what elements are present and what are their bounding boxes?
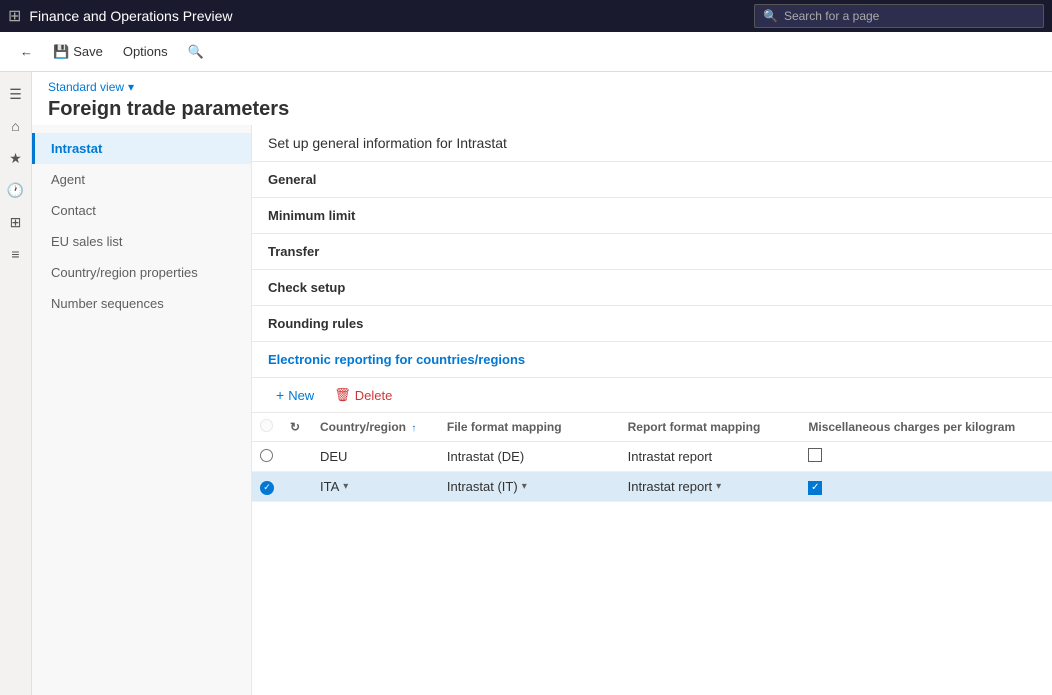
- section-general[interactable]: General: [252, 162, 1052, 198]
- th-report-format: Report format mapping: [620, 413, 801, 442]
- th-country[interactable]: Country/region ↑: [312, 413, 439, 442]
- sidebar-item-number-sequences[interactable]: Number sequences: [32, 288, 251, 319]
- row-file-deu: Intrastat (DE): [439, 442, 620, 472]
- options-button[interactable]: Options: [115, 40, 176, 63]
- home-icon[interactable]: ⌂: [2, 112, 30, 140]
- content-wrapper: Standard view ▾ Foreign trade parameters…: [32, 72, 1052, 695]
- right-content: Set up general information for Intrastat…: [252, 125, 1052, 695]
- row-misc-ita[interactable]: ✓: [800, 472, 1052, 502]
- workspaces-icon[interactable]: ⊞: [2, 208, 30, 236]
- trash-icon: 🗑: [334, 387, 351, 403]
- grid-icon[interactable]: ⊞: [8, 6, 21, 26]
- section-check-setup[interactable]: Check setup: [252, 270, 1052, 306]
- sidebar-item-eu-sales[interactable]: EU sales list: [32, 226, 251, 257]
- save-icon: 💾: [53, 44, 69, 60]
- section-rounding-rules[interactable]: Rounding rules: [252, 306, 1052, 342]
- topbar: ⊞ Finance and Operations Preview 🔍: [0, 0, 1052, 32]
- standard-view-selector[interactable]: Standard view ▾: [48, 80, 1036, 94]
- electronic-reporting-section: Electronic reporting for countries/regio…: [252, 342, 1052, 502]
- page-body: Intrastat Agent Contact EU sales list Co…: [32, 125, 1052, 695]
- sidebar-item-contact[interactable]: Contact: [32, 195, 251, 226]
- back-button[interactable]: ←: [12, 40, 41, 63]
- section-transfer[interactable]: Transfer: [252, 234, 1052, 270]
- toolbar: ← 💾 Save Options 🔍: [0, 32, 1052, 72]
- row-refresh-ita: [282, 472, 312, 502]
- plus-icon: +: [276, 387, 284, 403]
- row-file-ita[interactable]: Intrastat (IT) ▾: [439, 472, 620, 502]
- recent-icon[interactable]: 🕐: [2, 176, 30, 204]
- toolbar-search-button[interactable]: 🔍: [180, 40, 212, 64]
- sort-icon: ↑: [411, 423, 416, 434]
- sidebar-item-intrastat[interactable]: Intrastat: [32, 133, 251, 164]
- side-icons: ☰ ⌂ ★ 🕐 ⊞ ≡: [0, 72, 32, 695]
- left-nav: Intrastat Agent Contact EU sales list Co…: [32, 125, 252, 695]
- new-button[interactable]: + New: [268, 384, 322, 406]
- row-country-deu: DEU: [312, 442, 439, 472]
- page-header: Standard view ▾ Foreign trade parameters: [32, 72, 1052, 125]
- th-file-format: File format mapping: [439, 413, 620, 442]
- sidebar-item-agent[interactable]: Agent: [32, 164, 251, 195]
- table-toolbar: + New 🗑 Delete: [252, 378, 1052, 413]
- search-icon: 🔍: [763, 9, 778, 23]
- misc-checkbox-ita[interactable]: ✓: [808, 481, 822, 495]
- er-title: Electronic reporting for countries/regio…: [252, 342, 1052, 378]
- app-title: Finance and Operations Preview: [29, 8, 746, 24]
- row-refresh-deu: [282, 442, 312, 472]
- table-row[interactable]: DEU Intrastat (DE) Intrastat report: [252, 442, 1052, 472]
- save-button[interactable]: 💾 Save: [45, 40, 111, 64]
- row-radio-deu[interactable]: [252, 442, 282, 472]
- misc-checkbox-deu[interactable]: [808, 448, 822, 462]
- country-dropdown-arrow[interactable]: ▾: [343, 481, 348, 492]
- favorites-icon[interactable]: ★: [2, 144, 30, 172]
- report-dropdown-arrow[interactable]: ▾: [716, 481, 721, 492]
- toolbar-search-icon: 🔍: [188, 44, 204, 60]
- sidebar-item-country-region[interactable]: Country/region properties: [32, 257, 251, 288]
- section-minimum-limit[interactable]: Minimum limit: [252, 198, 1052, 234]
- table-row[interactable]: ✓ ITA ▾: [252, 472, 1052, 502]
- row-report-deu: Intrastat report: [620, 442, 801, 472]
- menu-icon[interactable]: ☰: [2, 80, 30, 108]
- row-radio-ita[interactable]: ✓: [252, 472, 282, 502]
- refresh-icon[interactable]: ↻: [290, 420, 300, 434]
- page-title: Foreign trade parameters: [48, 98, 1036, 121]
- selected-indicator: ✓: [260, 481, 274, 495]
- search-input[interactable]: [784, 9, 1035, 23]
- page-search[interactable]: 🔍: [754, 4, 1044, 28]
- row-country-ita[interactable]: ITA ▾: [312, 472, 439, 502]
- app-layout: ☰ ⌂ ★ 🕐 ⊞ ≡ Standard view ▾ Foreign trad…: [0, 72, 1052, 695]
- back-icon: ←: [20, 44, 33, 59]
- intrastat-subtitle: Set up general information for Intrastat: [252, 125, 1052, 162]
- th-select: [252, 413, 282, 442]
- th-refresh: ↻: [282, 413, 312, 442]
- file-dropdown-arrow[interactable]: ▾: [522, 481, 527, 492]
- select-all-radio[interactable]: [260, 419, 273, 432]
- modules-icon[interactable]: ≡: [2, 240, 30, 268]
- reporting-table: ↻ Country/region ↑ File format mapping R…: [252, 413, 1052, 502]
- delete-button[interactable]: 🗑 Delete: [326, 384, 400, 406]
- row-report-ita[interactable]: Intrastat report ▾: [620, 472, 801, 502]
- th-misc-charges: Miscellaneous charges per kilogram: [800, 413, 1052, 442]
- chevron-down-icon: ▾: [128, 80, 134, 94]
- row-misc-deu[interactable]: [800, 442, 1052, 472]
